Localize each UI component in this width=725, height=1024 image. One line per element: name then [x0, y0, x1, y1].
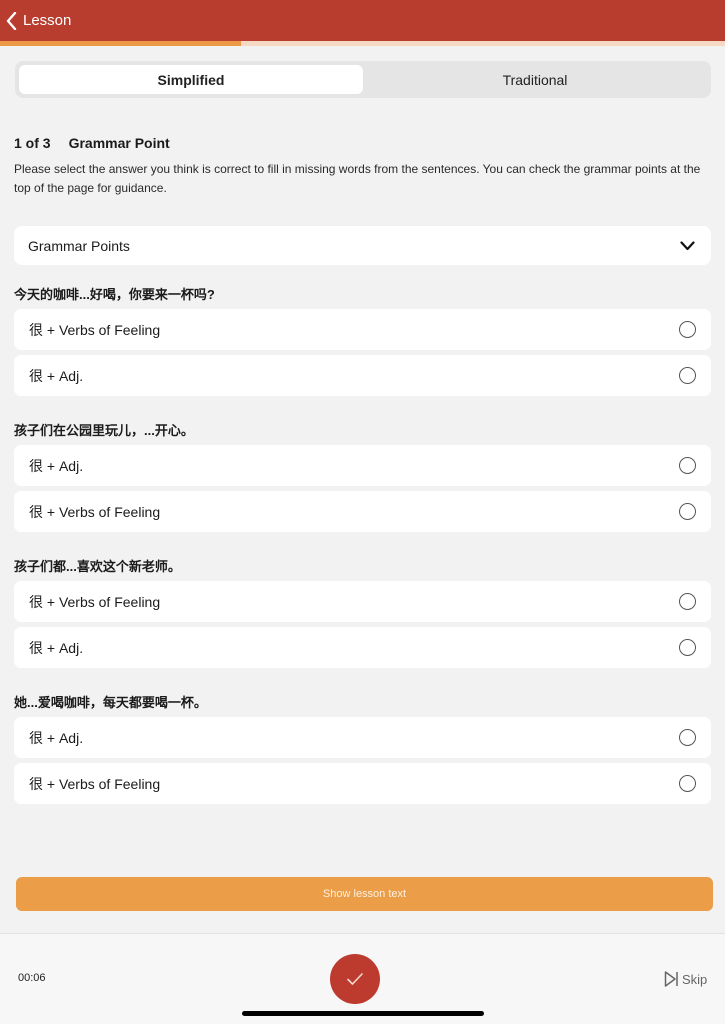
show-lesson-text-button[interactable]: Show lesson text	[16, 877, 713, 911]
option-label: 很 + Verbs of Feeling	[29, 593, 161, 610]
answer-option[interactable]: 很 + Adj.	[14, 445, 711, 486]
radio-button[interactable]	[679, 321, 696, 338]
back-label: Lesson	[23, 12, 72, 29]
dropdown-label: Grammar Points	[28, 237, 130, 254]
home-indicator	[242, 1011, 484, 1016]
timer: 00:06	[18, 972, 46, 984]
radio-button[interactable]	[679, 593, 696, 610]
option-label: 很 + Verbs of Feeling	[29, 321, 161, 338]
option-label: 很 + Adj.	[29, 729, 84, 746]
grammar-points-dropdown[interactable]: Grammar Points	[14, 226, 711, 265]
section-heading: 1 of 3 Grammar Point	[14, 135, 170, 151]
option-label: 很 + Adj.	[29, 457, 84, 474]
answer-option[interactable]: 很 + Adj.	[14, 627, 711, 668]
check-answer-button[interactable]	[330, 954, 380, 1004]
radio-button[interactable]	[679, 503, 696, 520]
question-sentence: 孩子们都...喜欢这个新老师。	[14, 559, 181, 574]
option-label: 很 + Verbs of Feeling	[29, 503, 161, 520]
lesson-progress-bar	[0, 41, 725, 46]
chevron-left-icon	[6, 11, 17, 30]
option-label: 很 + Adj.	[29, 639, 84, 656]
answer-option[interactable]: 很 + Verbs of Feeling	[14, 491, 711, 532]
instructions: Please select the answer you think is co…	[14, 162, 701, 195]
skip-label: Skip	[682, 971, 708, 987]
radio-button[interactable]	[679, 729, 696, 746]
top-bar: Lesson	[0, 0, 725, 41]
answer-option[interactable]: 很 + Verbs of Feeling	[14, 581, 711, 622]
script-toggle: Simplified Traditional	[15, 61, 711, 98]
question-sentence: 她...爱喝咖啡，每天都要喝一杯。	[14, 695, 207, 710]
question-sentence: 孩子们在公园里玩儿，...开心。	[14, 423, 194, 438]
section-title: Grammar Point	[68, 135, 170, 151]
answer-option[interactable]: 很 + Adj.	[14, 717, 711, 758]
tab-traditional[interactable]: Traditional	[363, 65, 707, 94]
skip-button[interactable]: Skip	[664, 970, 707, 988]
back-button[interactable]: Lesson	[6, 11, 72, 30]
option-label: 很 + Verbs of Feeling	[29, 775, 161, 792]
progress-fill	[0, 41, 242, 46]
option-label: 很 + Adj.	[29, 367, 84, 384]
skip-icon	[664, 971, 678, 987]
radio-button[interactable]	[679, 367, 696, 384]
radio-button[interactable]	[679, 775, 696, 792]
answer-option[interactable]: 很 + Verbs of Feeling	[14, 309, 711, 350]
checkmark-icon	[347, 973, 363, 985]
question-sentence: 今天的咖啡...好喝，你要来一杯吗?	[14, 287, 215, 302]
answer-option[interactable]: 很 + Verbs of Feeling	[14, 763, 711, 804]
tab-simplified[interactable]: Simplified	[19, 65, 363, 94]
radio-button[interactable]	[679, 639, 696, 656]
question-count: 1 of 3	[14, 135, 51, 151]
chevron-down-icon	[680, 240, 695, 250]
radio-button[interactable]	[679, 457, 696, 474]
answer-option[interactable]: 很 + Adj.	[14, 355, 711, 396]
